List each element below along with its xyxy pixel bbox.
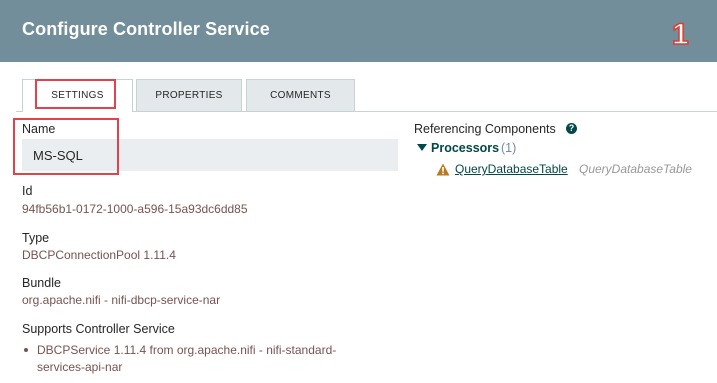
step-number: 1 — [671, 17, 689, 52]
processor-type: QueryDatabaseTable — [579, 162, 692, 176]
name-input[interactable] — [22, 139, 398, 171]
tab-comments[interactable]: COMMENTS — [246, 79, 355, 111]
tab-properties[interactable]: PROPERTIES — [136, 79, 242, 111]
supports-label: Supports Controller Service — [22, 322, 175, 336]
type-value: DBCPConnectionPool 1.11.4 — [22, 248, 176, 262]
bundle-label: Bundle — [22, 276, 61, 290]
list-item: DBCPService 1.11.4 from org.apache.nifi … — [22, 342, 382, 376]
type-label: Type — [22, 231, 50, 245]
id-label: Id — [22, 184, 33, 198]
bundle-value: org.apache.nifi - nifi-dbcp-service-nar — [22, 293, 221, 307]
tab-settings[interactable]: SETTINGS — [22, 79, 133, 112]
help-icon[interactable]: ? — [566, 123, 577, 134]
warning-icon — [436, 163, 450, 176]
referencing-label: Referencing Components — [414, 122, 556, 136]
processor-link[interactable]: QueryDatabaseTable — [455, 162, 568, 176]
id-value: 94fb56b1-0172-1000-a596-15a93dc6dd85 — [22, 202, 248, 216]
processors-count: (1) — [501, 141, 517, 155]
step-marker: 1 — [671, 17, 689, 52]
supports-list: DBCPService 1.11.4 from org.apache.nifi … — [22, 342, 382, 376]
dialog-title: Configure Controller Service — [22, 19, 270, 39]
chevron-down-icon[interactable] — [417, 144, 427, 151]
name-label: Name — [22, 122, 56, 136]
processors-group-title[interactable]: Processors — [431, 141, 499, 155]
dialog-header: Configure Controller Service 1 — [0, 0, 717, 62]
